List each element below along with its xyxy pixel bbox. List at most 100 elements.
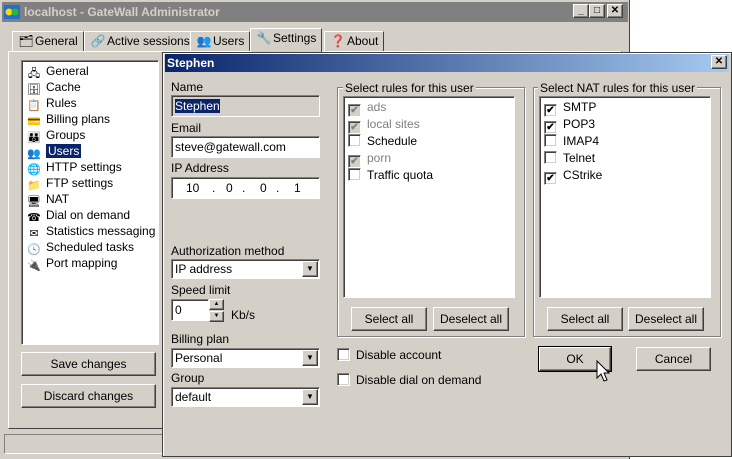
- rules-deselect-all-button[interactable]: Deselect all: [433, 307, 509, 331]
- nav-item-label: Billing plans: [46, 112, 111, 126]
- disable-account-label: Disable account: [356, 348, 442, 362]
- nat-group-label: Select NAT rules for this user: [538, 81, 697, 95]
- rules-select-all-button[interactable]: Select all: [351, 307, 427, 331]
- tab-label: General: [35, 34, 78, 48]
- rule-label: Schedule: [367, 134, 418, 148]
- nat-item-smtp[interactable]: ✔ SMTP: [544, 99, 597, 117]
- nav-item-statistics-messaging[interactable]: ✉ Statistics messaging: [26, 223, 155, 240]
- nav-item-label: Cache: [46, 80, 81, 94]
- nav-item-nat[interactable]: 🖥 NAT: [26, 191, 70, 208]
- ip-octet-1[interactable]: 10: [186, 181, 199, 195]
- rule-label: Traffic quota: [367, 168, 434, 182]
- billing-plan-label: Billing plan: [171, 332, 230, 346]
- ip-octet-3[interactable]: 0: [260, 181, 267, 195]
- nav-item-rules[interactable]: 📋 Rules: [26, 95, 77, 112]
- nav-item-ftp-settings[interactable]: 📁 FTP settings: [26, 175, 114, 192]
- chevron-down-icon[interactable]: ▼: [302, 261, 318, 277]
- group-value: default: [175, 390, 212, 404]
- nav-item-general[interactable]: 🖧 General: [26, 63, 89, 80]
- main-title-text: localhost - GateWall Administrator: [24, 5, 220, 19]
- nat-checkbox[interactable]: [544, 151, 557, 164]
- tab-active-sessions[interactable]: 🔗 Active sessions: [84, 31, 196, 51]
- rule-label: porn: [367, 151, 392, 165]
- chevron-down-icon[interactable]: ▼: [302, 389, 318, 405]
- rule-item-local-sites[interactable]: ✔ local sites: [348, 116, 420, 134]
- tab-settings[interactable]: 🔧 Settings: [250, 28, 323, 52]
- email-field[interactable]: steve@gatewall.com: [171, 136, 320, 158]
- rule-item-traffic-quota[interactable]: Traffic quota: [348, 167, 433, 184]
- name-field[interactable]: Stephen: [171, 95, 320, 117]
- disable-account-checkbox[interactable]: [337, 348, 350, 361]
- billing-plan-value: Personal: [175, 351, 223, 365]
- nat-rules-list[interactable]: ✔ SMTP ✔ POP3 IMAP4 Telnet ✔ CStrike: [539, 96, 711, 298]
- nav-item-label: Rules: [46, 96, 77, 110]
- chevron-down-icon[interactable]: ▼: [302, 350, 318, 366]
- nat-select-all-button[interactable]: Select all: [547, 307, 623, 331]
- rule-item-porn[interactable]: ✔ porn: [348, 150, 392, 168]
- ip-octet-4[interactable]: 1: [294, 181, 301, 195]
- discard-changes-button[interactable]: Discard changes: [21, 384, 156, 408]
- cancel-button[interactable]: Cancel: [636, 347, 711, 371]
- nav-item-billing-plans[interactable]: 💳 Billing plans: [26, 111, 111, 128]
- disable-dial-option[interactable]: Disable dial on demand: [337, 372, 481, 389]
- nat-item-imap4[interactable]: IMAP4: [544, 133, 599, 150]
- disable-dial-checkbox[interactable]: [337, 373, 350, 386]
- dialog-title-bar: Stephen: [165, 54, 729, 72]
- rules-list[interactable]: ✔ ads ✔ local sites Schedule ✔ porn Traffic…: [343, 96, 515, 298]
- tab-general[interactable]: 🗂General: [12, 31, 84, 51]
- name-label: Name: [171, 80, 204, 94]
- speed-limit-input[interactable]: 0: [171, 299, 209, 321]
- rules-group-label: Select rules for this user: [343, 81, 476, 95]
- authorization-method-select[interactable]: IP address ▼: [171, 259, 320, 279]
- nav-item-dial-on-demand[interactable]: ☎ Dial on demand: [26, 207, 131, 224]
- nav-item-label: HTTP settings: [46, 160, 122, 174]
- nav-item-cache[interactable]: 🗄 Cache: [26, 79, 81, 96]
- billing-plan-select[interactable]: Personal ▼: [171, 348, 320, 368]
- nat-label: Telnet: [563, 151, 596, 165]
- nav-item-users[interactable]: 👥 Users: [26, 143, 82, 160]
- disable-account-option[interactable]: Disable account: [337, 347, 441, 364]
- minimize-button[interactable]: _: [573, 4, 589, 18]
- speed-down-button[interactable]: ▼: [209, 311, 224, 322]
- nav-item-scheduled-tasks[interactable]: 🕓 Scheduled tasks: [26, 239, 134, 256]
- nav-item-groups[interactable]: 👪 Groups: [26, 127, 85, 144]
- nav-item-http-settings[interactable]: 🌐 HTTP settings: [26, 159, 122, 176]
- rule-checkbox[interactable]: [348, 134, 361, 147]
- main-close-button[interactable]: ✕: [607, 4, 623, 18]
- nat-item-cstrike[interactable]: ✔ CStrike: [544, 167, 602, 185]
- settings-icon: 🔧: [256, 31, 272, 45]
- nav-item-label: FTP settings: [46, 176, 114, 190]
- nat-checkbox[interactable]: ✔: [544, 172, 557, 185]
- authorization-method-label: Authorization method: [171, 244, 285, 258]
- rule-item-schedule[interactable]: Schedule: [348, 133, 417, 150]
- nav-item-port-mapping[interactable]: 🔌 Port mapping: [26, 255, 118, 272]
- nav-item-label: NAT: [46, 192, 70, 206]
- nat-item-telnet[interactable]: Telnet: [544, 150, 595, 167]
- nat-item-pop3[interactable]: ✔ POP3: [544, 116, 595, 134]
- nav-item-label: Dial on demand: [46, 208, 131, 222]
- ip-octet-2[interactable]: 0: [226, 181, 233, 195]
- ip-dot: .: [242, 181, 246, 195]
- nat-deselect-all-button[interactable]: Deselect all: [628, 307, 704, 331]
- authorization-method-value: IP address: [175, 262, 233, 276]
- main-title-bar: localhost - GateWall Administrator: [2, 2, 628, 22]
- nat-label: SMTP: [563, 100, 597, 114]
- rule-item-ads[interactable]: ✔ ads: [348, 99, 386, 117]
- nat-checkbox[interactable]: [544, 134, 557, 147]
- tab-label: Users: [213, 34, 245, 48]
- ip-address-label: IP Address: [171, 161, 229, 175]
- tab-label: Settings: [273, 31, 317, 45]
- dialog-close-button[interactable]: ✕: [711, 55, 727, 69]
- rule-checkbox[interactable]: [348, 168, 361, 181]
- nav-item-label: Port mapping: [46, 256, 118, 270]
- tab-about[interactable]: ❓ About: [324, 31, 385, 51]
- save-changes-button[interactable]: Save changes: [21, 352, 156, 376]
- speed-up-button[interactable]: ▲: [209, 299, 224, 310]
- tab-users[interactable]: 👥 Users: [190, 31, 251, 51]
- group-select[interactable]: default ▼: [171, 387, 320, 407]
- tab-label: About: [347, 34, 379, 48]
- settings-nav-list[interactable]: 🖧 General 🗄 Cache 📋 Rules 💳 Billing plans 👪 G…: [21, 60, 159, 345]
- ip-address-field[interactable]: 10 . 0 . 0 . 1: [171, 177, 320, 199]
- maximize-button[interactable]: □: [589, 4, 605, 18]
- general-tab-icon: 🗂: [18, 34, 34, 48]
